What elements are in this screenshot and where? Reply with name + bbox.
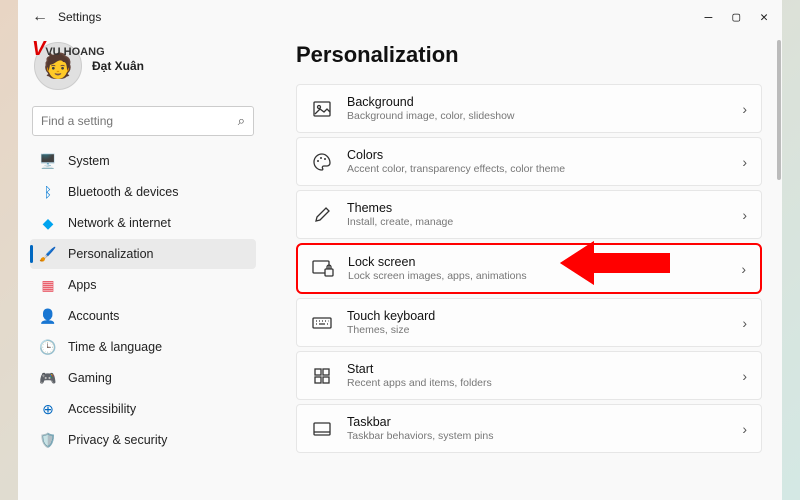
- sidebar-item-time-language[interactable]: 🕒 Time & language: [30, 332, 256, 362]
- card-subtitle: Background image, color, slideshow: [347, 110, 728, 122]
- sidebar-item-gaming[interactable]: 🎮 Gaming: [30, 363, 256, 393]
- nav-icon: 👤: [40, 308, 56, 324]
- start-icon: [311, 365, 333, 387]
- search-input[interactable]: [41, 114, 238, 128]
- card-subtitle: Taskbar behaviors, system pins: [347, 430, 728, 442]
- nav-label: Network & internet: [68, 216, 171, 230]
- nav-icon: ⊕: [40, 401, 56, 417]
- card-subtitle: Accent color, transparency effects, colo…: [347, 163, 728, 175]
- minimize-button[interactable]: —: [705, 10, 713, 25]
- card-text: TaskbarTaskbar behaviors, system pins: [347, 415, 728, 442]
- nav-label: Accounts: [68, 309, 119, 323]
- card-subtitle: Lock screen images, apps, animations: [348, 270, 727, 282]
- sidebar-item-accessibility[interactable]: ⊕ Accessibility: [30, 394, 256, 424]
- nav-icon: 🖥️: [40, 153, 56, 169]
- nav-label: Apps: [68, 278, 97, 292]
- card-lock-screen[interactable]: Lock screenLock screen images, apps, ani…: [296, 243, 762, 294]
- card-subtitle: Themes, size: [347, 324, 728, 336]
- keyboard-icon: [311, 312, 333, 334]
- nav-icon: ᛒ: [40, 184, 56, 200]
- card-touch-keyboard[interactable]: Touch keyboardThemes, size ›: [296, 298, 762, 347]
- card-subtitle: Recent apps and items, folders: [347, 377, 728, 389]
- main-panel: Personalization BackgroundBackground ima…: [268, 34, 782, 500]
- lockscreen-icon: [312, 258, 334, 280]
- sidebar-item-accounts[interactable]: 👤 Accounts: [30, 301, 256, 331]
- nav-label: Time & language: [68, 340, 162, 354]
- chevron-right-icon: ›: [742, 368, 747, 384]
- card-title: Touch keyboard: [347, 309, 728, 323]
- chevron-right-icon: ›: [742, 154, 747, 170]
- nav-label: Bluetooth & devices: [68, 185, 179, 199]
- sidebar-item-system[interactable]: 🖥️ System: [30, 146, 256, 176]
- card-title: Background: [347, 95, 728, 109]
- card-start[interactable]: StartRecent apps and items, folders ›: [296, 351, 762, 400]
- user-block[interactable]: VVU HOANG 🧑 Đạt Xuân: [30, 38, 256, 100]
- sidebar-item-apps[interactable]: ▦ Apps: [30, 270, 256, 300]
- chevron-right-icon: ›: [742, 315, 747, 331]
- card-text: StartRecent apps and items, folders: [347, 362, 728, 389]
- page-title: Personalization: [296, 42, 762, 68]
- card-text: ColorsAccent color, transparency effects…: [347, 148, 728, 175]
- card-colors[interactable]: ColorsAccent color, transparency effects…: [296, 137, 762, 186]
- picture-icon: [311, 98, 333, 120]
- card-text: BackgroundBackground image, color, slide…: [347, 95, 728, 122]
- settings-window: ← Settings — ▢ ✕ VVU HOANG 🧑 Đạt Xuân ⌕ …: [18, 0, 782, 500]
- taskbar-icon: [311, 418, 333, 440]
- card-title: Taskbar: [347, 415, 728, 429]
- card-title: Colors: [347, 148, 728, 162]
- scrollbar-thumb[interactable]: [777, 40, 781, 180]
- watermark-logo: VVU HOANG: [32, 38, 105, 61]
- nav-icon: 🎮: [40, 370, 56, 386]
- chevron-right-icon: ›: [742, 101, 747, 117]
- sidebar-item-privacy-security[interactable]: 🛡️ Privacy & security: [30, 425, 256, 455]
- sidebar-item-network-internet[interactable]: ◆ Network & internet: [30, 208, 256, 238]
- window-title: Settings: [58, 10, 101, 24]
- sidebar-item-personalization[interactable]: 🖌️ Personalization: [30, 239, 256, 269]
- nav-icon: ▦: [40, 277, 56, 293]
- nav-label: System: [68, 154, 110, 168]
- card-title: Start: [347, 362, 728, 376]
- search-icon: ⌕: [238, 113, 245, 129]
- card-themes[interactable]: ThemesInstall, create, manage ›: [296, 190, 762, 239]
- card-title: Lock screen: [348, 255, 727, 269]
- back-button[interactable]: ←: [26, 3, 54, 31]
- nav-icon: 🕒: [40, 339, 56, 355]
- window-controls: — ▢ ✕: [705, 10, 774, 25]
- nav-label: Gaming: [68, 371, 112, 385]
- card-text: Lock screenLock screen images, apps, ani…: [348, 255, 727, 282]
- sidebar: VVU HOANG 🧑 Đạt Xuân ⌕ 🖥️ System ᛒ Bluetoot…: [18, 34, 268, 500]
- card-title: Themes: [347, 201, 728, 215]
- nav-label: Privacy & security: [68, 433, 167, 447]
- search-box[interactable]: ⌕: [32, 106, 254, 136]
- maximize-button[interactable]: ▢: [732, 10, 740, 25]
- user-name: Đạt Xuân: [92, 59, 144, 73]
- window-body: VVU HOANG 🧑 Đạt Xuân ⌕ 🖥️ System ᛒ Bluetoot…: [18, 34, 782, 500]
- brush-icon: [311, 204, 333, 226]
- card-text: Touch keyboardThemes, size: [347, 309, 728, 336]
- sidebar-item-bluetooth-devices[interactable]: ᛒ Bluetooth & devices: [30, 177, 256, 207]
- nav-label: Accessibility: [68, 402, 136, 416]
- palette-icon: [311, 151, 333, 173]
- chevron-right-icon: ›: [742, 207, 747, 223]
- nav-icon: 🖌️: [40, 246, 56, 262]
- nav-icon: 🛡️: [40, 432, 56, 448]
- titlebar: ← Settings — ▢ ✕: [18, 0, 782, 34]
- card-background[interactable]: BackgroundBackground image, color, slide…: [296, 84, 762, 133]
- close-button[interactable]: ✕: [760, 10, 768, 25]
- nav-list: 🖥️ System ᛒ Bluetooth & devices ◆ Network & i…: [30, 146, 256, 455]
- chevron-right-icon: ›: [741, 261, 746, 277]
- chevron-right-icon: ›: [742, 421, 747, 437]
- card-taskbar[interactable]: TaskbarTaskbar behaviors, system pins ›: [296, 404, 762, 453]
- card-subtitle: Install, create, manage: [347, 216, 728, 228]
- nav-label: Personalization: [68, 247, 153, 261]
- card-list: BackgroundBackground image, color, slide…: [296, 84, 762, 453]
- nav-icon: ◆: [40, 215, 56, 231]
- card-text: ThemesInstall, create, manage: [347, 201, 728, 228]
- scrollbar[interactable]: [772, 40, 782, 500]
